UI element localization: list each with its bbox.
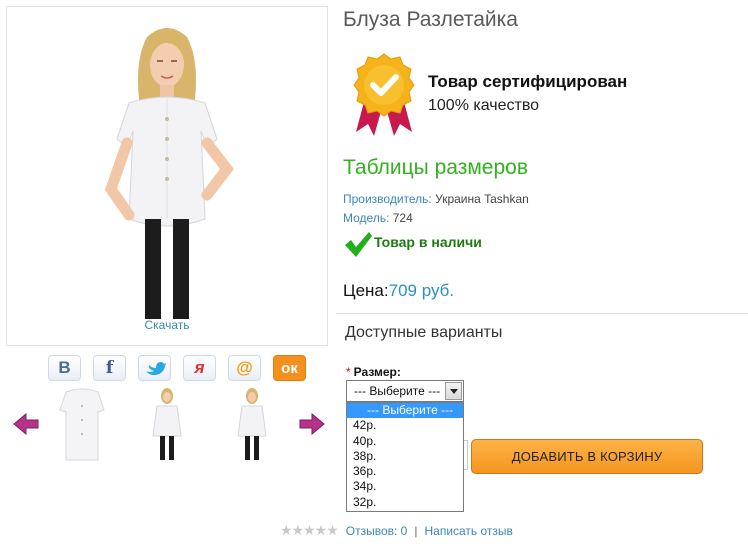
- size-option[interactable]: 38р.: [347, 449, 463, 464]
- write-review-link[interactable]: Написать отзыв: [424, 524, 512, 538]
- manufacturer-label[interactable]: Производитель:: [343, 192, 432, 206]
- model-row: Модель: 724: [343, 211, 413, 225]
- product-page: Скачать B f я @ ок Блуза Разлетайка Това…: [0, 0, 748, 556]
- size-dropdown-list: --- Выберите --- 42р. 40р. 38р. 36р. 34р…: [346, 402, 464, 512]
- product-title: Блуза Разлетайка: [343, 8, 518, 31]
- carousel-prev-arrow-icon[interactable]: [12, 412, 40, 436]
- model-value: 724: [392, 211, 413, 225]
- thumbnail-blouse[interactable]: [52, 386, 112, 462]
- size-option-label: * Размер:: [346, 365, 401, 379]
- product-photo-girl: [104, 28, 234, 319]
- model-label: Модель:: [343, 211, 390, 225]
- social-share-bar: B f я @ ок: [48, 355, 306, 381]
- size-option[interactable]: 40р.: [347, 434, 463, 449]
- divider: [336, 313, 748, 314]
- size-option[interactable]: 32р.: [347, 495, 463, 510]
- price-label: Цена:: [343, 281, 389, 300]
- main-product-image[interactable]: Скачать: [6, 6, 328, 346]
- add-to-cart-button[interactable]: ДОБАВИТЬ В КОРЗИНУ: [471, 439, 703, 474]
- price-row: Цена:709 руб.: [343, 281, 454, 301]
- twitter-icon[interactable]: [138, 355, 171, 381]
- rating-stars-icon: ★★★★★: [280, 522, 339, 538]
- thumbnail-carousel: [12, 384, 328, 464]
- reviews-link[interactable]: Отзывов: 0: [346, 524, 408, 538]
- mail-icon[interactable]: @: [228, 355, 261, 381]
- rating-row: ★★★★★ Отзывов: 0 | Написать отзыв: [280, 522, 513, 539]
- download-link[interactable]: Скачать: [7, 318, 327, 332]
- thumbnail-girl-front[interactable]: [137, 386, 197, 462]
- size-option[interactable]: 36р.: [347, 464, 463, 479]
- quantity-input[interactable]: [464, 440, 468, 470]
- size-select[interactable]: --- Выберите ---: [346, 380, 464, 402]
- variants-heading: Доступные варианты: [345, 324, 503, 341]
- vk-icon[interactable]: B: [48, 355, 81, 381]
- certificate-subtitle: 100% качество: [428, 97, 540, 114]
- manufacturer-row: Производитель: Украина Tashkan: [343, 192, 529, 206]
- size-select-value: --- Выберите ---: [354, 384, 441, 398]
- size-tables-link[interactable]: Таблицы размеров: [343, 156, 528, 180]
- size-option[interactable]: 42р.: [347, 418, 463, 433]
- carousel-next-arrow-icon[interactable]: [298, 412, 326, 436]
- size-option[interactable]: --- Выберите ---: [347, 403, 463, 419]
- certificate-title: Товар сертифицирован: [428, 72, 628, 91]
- certified-badge-icon: [353, 53, 415, 136]
- stock-status-text: Товар в наличи: [374, 234, 482, 250]
- manufacturer-value: Украина Tashkan: [435, 192, 529, 206]
- twitter-bird-icon: [145, 362, 166, 376]
- separator: |: [414, 523, 418, 538]
- chevron-down-icon[interactable]: [445, 382, 462, 400]
- facebook-icon[interactable]: f: [93, 355, 126, 381]
- size-option[interactable]: 34р.: [347, 479, 463, 494]
- yandex-icon[interactable]: я: [183, 355, 216, 381]
- size-label-text: Размер:: [353, 365, 401, 379]
- checkmark-icon: [345, 232, 372, 257]
- stock-status: Товар в наличи: [343, 230, 482, 258]
- odnoklassniki-icon[interactable]: ок: [273, 355, 306, 381]
- price-value: 709 руб.: [388, 281, 455, 300]
- thumbnail-girl-side[interactable]: [222, 386, 282, 462]
- required-mark: *: [346, 365, 351, 379]
